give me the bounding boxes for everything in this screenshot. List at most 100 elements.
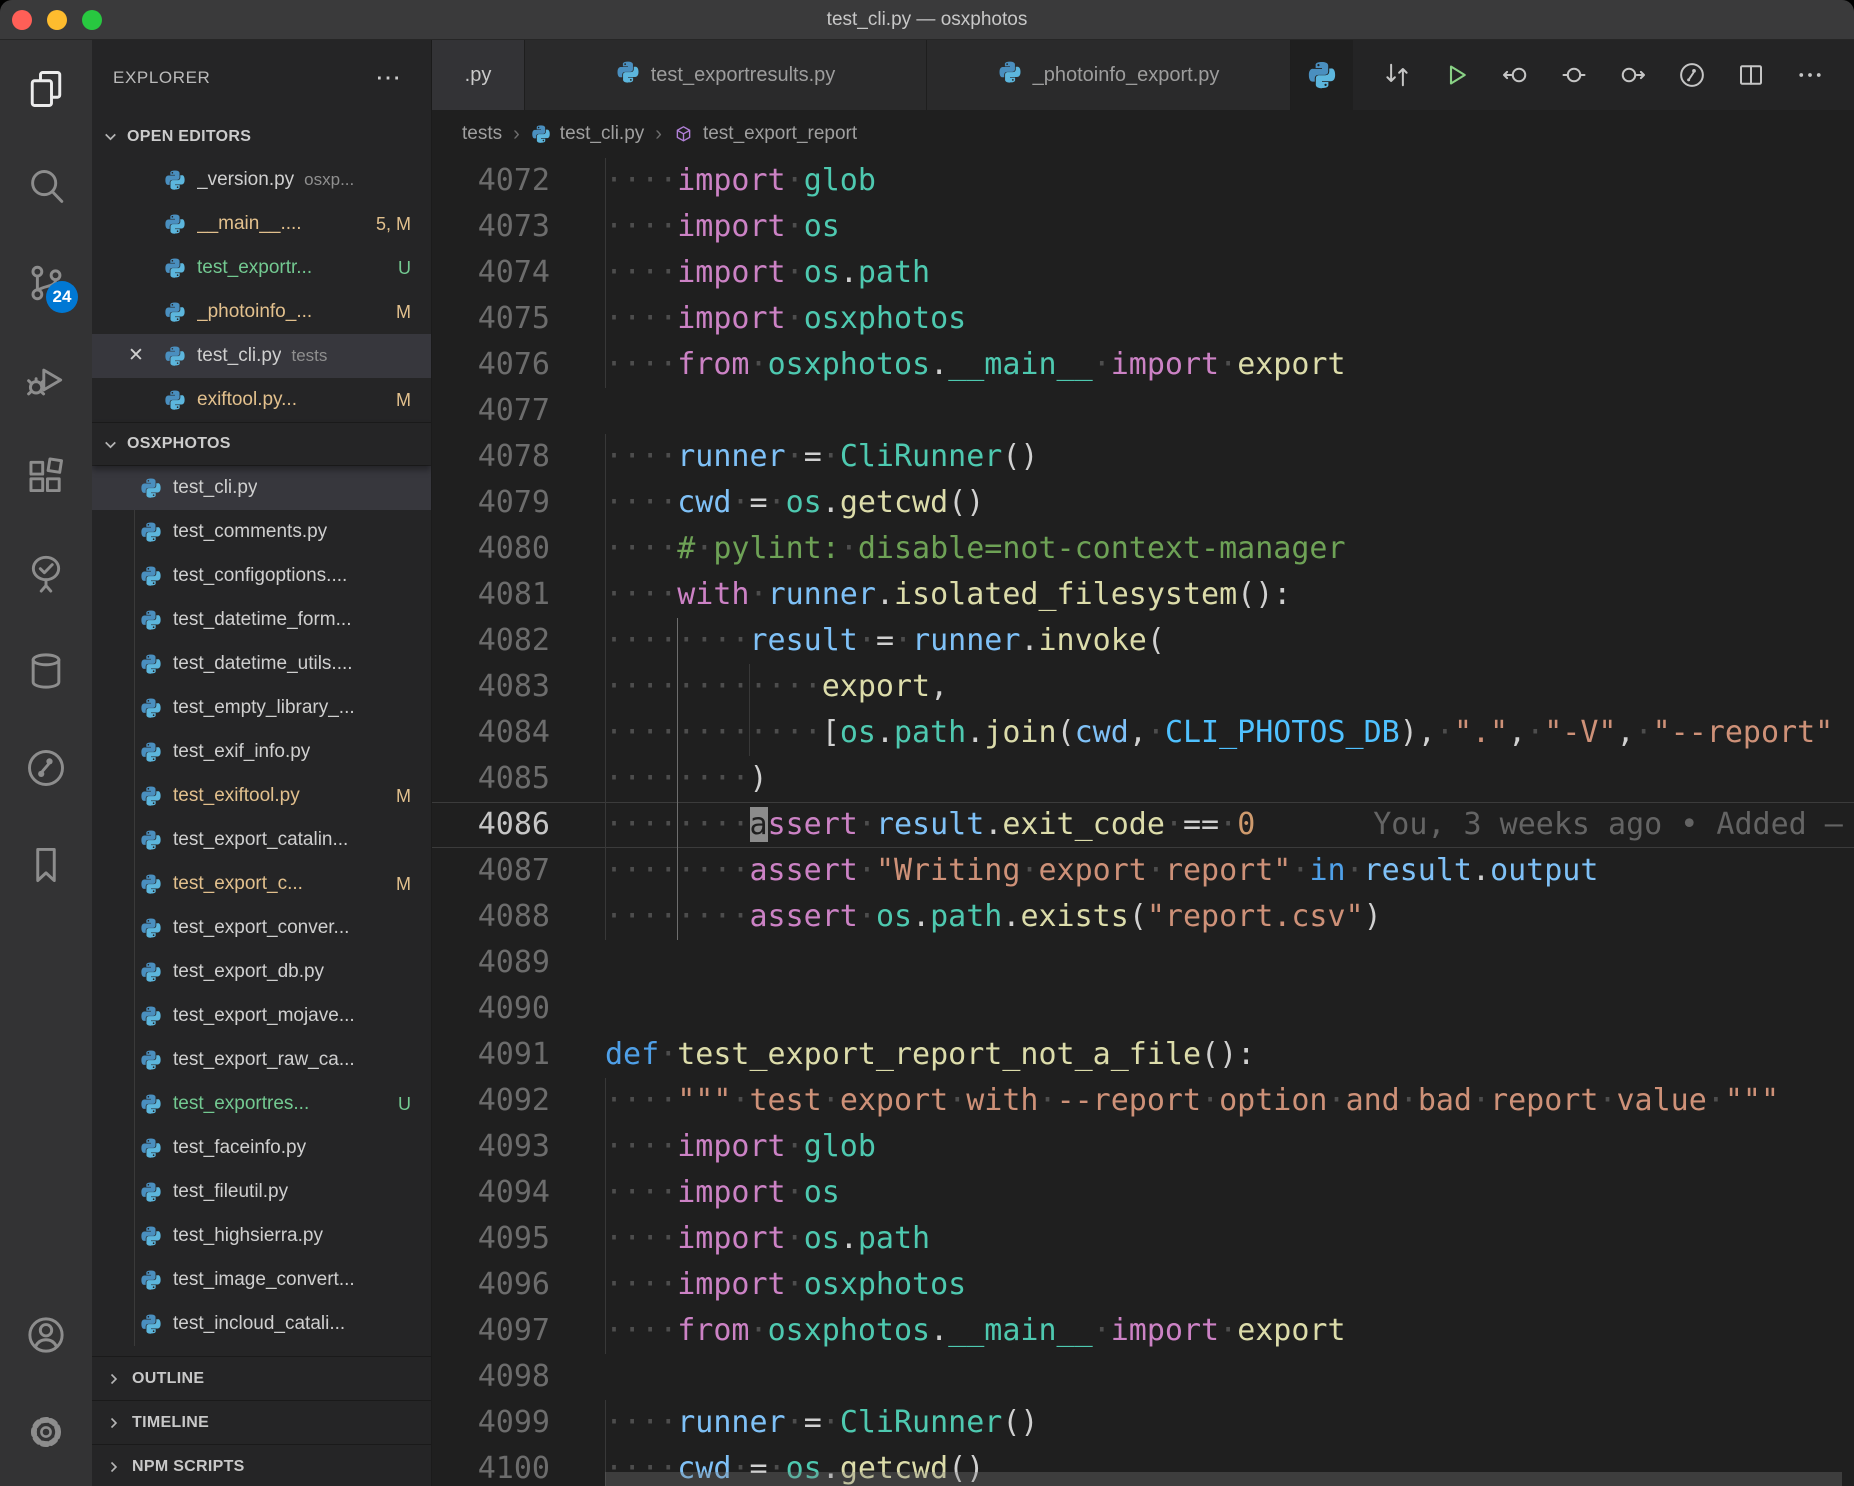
line-number[interactable]: 4088 — [432, 894, 550, 940]
line-number[interactable]: 4097 — [432, 1308, 550, 1354]
line-number[interactable]: 4083 — [432, 664, 550, 710]
code-line[interactable]: 4094····import·os — [432, 1170, 1854, 1216]
code-line[interactable]: 4092····"""·test·export·with·--report·op… — [432, 1078, 1854, 1124]
tree-item[interactable]: test_exportres...U — [92, 1082, 431, 1126]
code-line[interactable]: 4091def·test_export_report_not_a_file(): — [432, 1032, 1854, 1078]
python-interpreter-button[interactable] — [1291, 40, 1353, 110]
line-number[interactable]: 4077 — [432, 388, 550, 434]
code-line[interactable]: 4080····#·pylint:·disable=not-context-ma… — [432, 526, 1854, 572]
line-number[interactable]: 4082 — [432, 618, 550, 664]
tree-item[interactable]: test_empty_library_... — [92, 686, 431, 730]
tree-item[interactable]: test_configoptions.... — [92, 554, 431, 598]
extensions-icon[interactable] — [0, 428, 92, 525]
todo-tree-icon[interactable] — [0, 525, 92, 622]
more-actions-icon[interactable]: ⋯ — [375, 62, 403, 93]
tree-item[interactable]: test_faceinfo.py — [92, 1126, 431, 1170]
open-editor-item[interactable]: _photoinfo_...M — [92, 290, 431, 334]
tree-item[interactable]: test_incloud_catali... — [92, 1302, 431, 1346]
code-line[interactable]: 4097····from·osxphotos.__main__·import·e… — [432, 1308, 1854, 1354]
line-number[interactable]: 4100 — [432, 1446, 550, 1486]
line-number[interactable]: 4087 — [432, 848, 550, 894]
source-control-icon[interactable]: 24 — [0, 234, 92, 331]
open-editor-item[interactable]: __main__....5, M — [92, 202, 431, 246]
account-icon[interactable] — [0, 1286, 92, 1383]
line-number[interactable]: 4080 — [432, 526, 550, 572]
tree-item[interactable]: test_highsierra.py — [92, 1214, 431, 1258]
open-editor-item[interactable]: test_exportr...U — [92, 246, 431, 290]
code-line[interactable]: 4099····runner·=·CliRunner() — [432, 1400, 1854, 1446]
code-editor[interactable]: 4072····import·glob4073····import·os4074… — [432, 158, 1854, 1486]
tab--py[interactable]: .py — [432, 40, 525, 110]
code-line[interactable]: 4088········assert·os.path.exists("repor… — [432, 894, 1854, 940]
code-line[interactable]: 4076····from·osxphotos.__main__·import·e… — [432, 342, 1854, 388]
code-line[interactable]: 4073····import·os — [432, 204, 1854, 250]
line-number[interactable]: 4090 — [432, 986, 550, 1032]
nav-back-icon[interactable] — [1500, 60, 1530, 90]
line-number[interactable]: 4096 — [432, 1262, 550, 1308]
line-number[interactable]: 4085 — [432, 756, 550, 802]
code-line[interactable]: 4082········result·=·runner.invoke( — [432, 618, 1854, 664]
code-line[interactable]: 4086········assert·result.exit_code·==·0… — [432, 802, 1854, 848]
code-line[interactable]: 4077 — [432, 388, 1854, 434]
code-line[interactable]: 4083············export, — [432, 664, 1854, 710]
tree-item[interactable]: test_fileutil.py — [92, 1170, 431, 1214]
line-number[interactable]: 4075 — [432, 296, 550, 342]
git-graph-icon[interactable] — [0, 719, 92, 816]
line-number[interactable]: 4086 — [432, 802, 550, 848]
tree-item[interactable]: test_export_db.py — [92, 950, 431, 994]
code-line[interactable]: 4075····import·osxphotos — [432, 296, 1854, 342]
run-icon[interactable] — [1441, 60, 1471, 90]
tree-item[interactable]: test_export_mojave... — [92, 994, 431, 1038]
close-icon[interactable]: ✕ — [128, 334, 144, 378]
code-line[interactable]: 4081····with·runner.isolated_filesystem(… — [432, 572, 1854, 618]
tree-item[interactable]: test_datetime_utils.... — [92, 642, 431, 686]
panel-outline[interactable]: OUTLINE — [92, 1356, 431, 1400]
files-icon[interactable] — [0, 40, 92, 137]
open-editor-item[interactable]: _version.pyosxp... — [92, 158, 431, 202]
code-line[interactable]: 4085········) — [432, 756, 1854, 802]
line-number[interactable]: 4091 — [432, 1032, 550, 1078]
line-number[interactable]: 4098 — [432, 1354, 550, 1400]
open-editor-item[interactable]: exiftool.py...M — [92, 378, 431, 422]
line-number[interactable]: 4099 — [432, 1400, 550, 1446]
line-number[interactable]: 4081 — [432, 572, 550, 618]
tree-item[interactable]: test_export_raw_ca... — [92, 1038, 431, 1082]
panel-npm-scripts[interactable]: NPM SCRIPTS — [92, 1444, 431, 1486]
open-editor-item[interactable]: ✕ test_cli.pytests — [92, 334, 431, 378]
tree-item[interactable]: test_exif_info.py — [92, 730, 431, 774]
breadcrumb-item[interactable]: tests — [462, 123, 502, 145]
code-line[interactable]: 4079····cwd·=·os.getcwd() — [432, 480, 1854, 526]
code-line[interactable]: 4089 — [432, 940, 1854, 986]
settings-gear-icon[interactable] — [0, 1383, 92, 1480]
panel-timeline[interactable]: TIMELINE — [92, 1400, 431, 1444]
code-line[interactable]: 4078····runner·=·CliRunner() — [432, 434, 1854, 480]
tree-item[interactable]: test_datetime_form... — [92, 598, 431, 642]
line-number[interactable]: 4084 — [432, 710, 550, 756]
line-number[interactable]: 4073 — [432, 204, 550, 250]
split-editor-icon[interactable] — [1736, 60, 1766, 90]
compare-changes-icon[interactable] — [1382, 60, 1412, 90]
tree-item[interactable]: test_cli.py — [92, 466, 431, 510]
line-number[interactable]: 4095 — [432, 1216, 550, 1262]
code-line[interactable]: 4098 — [432, 1354, 1854, 1400]
code-line[interactable]: 4093····import·glob — [432, 1124, 1854, 1170]
tab--photoinfo-export-py[interactable]: _photoinfo_export.py — [927, 40, 1291, 110]
line-number[interactable]: 4089 — [432, 940, 550, 986]
more-actions-icon[interactable] — [1795, 60, 1825, 90]
project-section-header[interactable]: OSXPHOTOS — [92, 422, 431, 465]
nav-forward-icon[interactable] — [1618, 60, 1648, 90]
code-line[interactable]: 4084············[os.path.join(cwd,·CLI_P… — [432, 710, 1854, 756]
git-history-icon[interactable] — [1677, 60, 1707, 90]
tree-item[interactable]: test_image_convert... — [92, 1258, 431, 1302]
tree-item[interactable]: test_exiftool.pyM — [92, 774, 431, 818]
search-icon[interactable] — [0, 137, 92, 234]
code-line[interactable]: 4095····import·os.path — [432, 1216, 1854, 1262]
horizontal-scrollbar[interactable] — [605, 1472, 1842, 1486]
code-line[interactable]: 4072····import·glob — [432, 158, 1854, 204]
line-number[interactable]: 4094 — [432, 1170, 550, 1216]
line-number[interactable]: 4074 — [432, 250, 550, 296]
code-line[interactable]: 4074····import·os.path — [432, 250, 1854, 296]
line-number[interactable]: 4078 — [432, 434, 550, 480]
database-icon[interactable] — [0, 622, 92, 719]
tree-item[interactable]: test_comments.py — [92, 510, 431, 554]
